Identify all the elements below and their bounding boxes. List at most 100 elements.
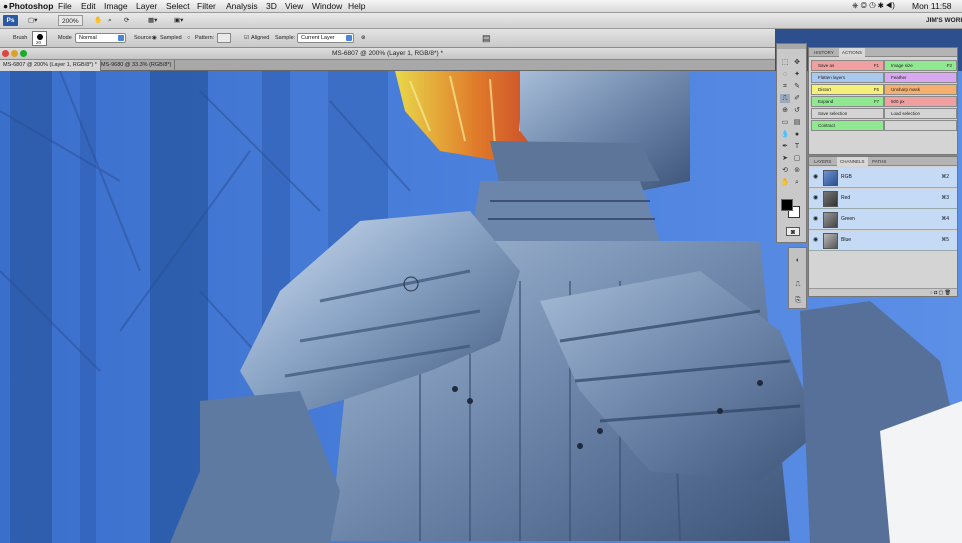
sampled-radio[interactable]: ◉ <box>152 35 157 41</box>
marquee-tool-icon[interactable]: ⬚ <box>780 58 790 67</box>
clone-source-panel-icon[interactable]: ⎍ <box>793 280 803 289</box>
action-button[interactable]: 500 px <box>884 96 957 107</box>
tab-layers[interactable]: LAYERS <box>811 157 834 166</box>
aligned-checkbox[interactable]: ☑ <box>244 35 249 41</box>
menu-view[interactable]: View <box>285 1 303 11</box>
rotate-view-icon[interactable]: ⟳ <box>124 15 129 26</box>
pattern-picker[interactable] <box>217 33 231 43</box>
move-tool-icon[interactable]: ✥ <box>792 58 802 67</box>
navigator-panel-icon[interactable]: ◐ <box>793 256 803 265</box>
pen-tool-icon[interactable]: ✒ <box>780 142 790 151</box>
brush-preset-picker[interactable]: 20 <box>32 31 47 46</box>
channels-panel: LAYERS CHANNELS PATHS ◉ RGB ⌘2 ◉ Red ⌘3 ◉ Green… <box>808 156 958 297</box>
visibility-eye-icon[interactable]: ◉ <box>813 174 820 181</box>
eyedropper-tool-icon[interactable]: ✎ <box>792 82 802 91</box>
arrange-documents-icon[interactable]: ▦▾ <box>148 15 157 26</box>
menu-window[interactable]: Window <box>312 1 342 11</box>
pattern-radio[interactable]: ○ <box>187 35 190 41</box>
shape-tool-icon[interactable]: ▢ <box>792 154 802 163</box>
menu-layer[interactable]: Layer <box>136 1 157 11</box>
screen-mode-icon[interactable]: ▣▾ <box>174 15 183 26</box>
close-window-icon[interactable] <box>2 50 9 57</box>
foreground-color-swatch[interactable] <box>781 199 793 211</box>
panel-toggle-icon[interactable]: ▤ <box>482 33 491 44</box>
channel-row[interactable]: ◉ Green ⌘4 <box>809 210 957 230</box>
channel-row[interactable]: ◉ RGB ⌘2 <box>809 168 957 188</box>
tab-channels[interactable]: CHANNELS <box>837 157 868 166</box>
gradient-tool-icon[interactable]: ▤ <box>792 118 802 127</box>
ignore-adjustment-layers-icon[interactable]: ⊗ <box>361 35 366 41</box>
action-button[interactable] <box>884 120 957 131</box>
3d-rotate-tool-icon[interactable]: ⟲ <box>780 166 790 175</box>
menu-3d[interactable]: 3D <box>266 1 277 11</box>
save-selection-as-channel-icon[interactable]: ◘ <box>934 290 937 296</box>
photoshop-window: ● Photoshop File Edit Image Layer Select… <box>0 0 962 543</box>
channel-row[interactable]: ◉ Red ⌘3 <box>809 189 957 209</box>
lasso-tool-icon[interactable]: ◌ <box>780 70 790 79</box>
zoom-tool-panel-icon[interactable]: ⌕ <box>792 178 802 187</box>
action-button[interactable]: Feather <box>884 72 957 83</box>
sample-select[interactable]: Current Layer <box>297 33 354 43</box>
visibility-eye-icon[interactable]: ◉ <box>813 237 820 244</box>
ps-logo-icon[interactable]: Ps <box>3 15 18 26</box>
action-button[interactable]: Load selection <box>884 108 957 119</box>
channel-thumbnail <box>823 170 838 186</box>
history-brush-tool-icon[interactable]: ↺ <box>792 106 802 115</box>
application-bar: Ps ▢▾ 200% ✋ ⌕ ⟳ ▦▾ ▣▾ JIM'S WORK <box>0 13 962 29</box>
action-button[interactable]: Flatten layers <box>811 72 884 83</box>
hand-tool-panel-icon[interactable]: ✋ <box>780 178 790 187</box>
hand-tool-icon[interactable]: ✋ <box>94 15 102 26</box>
tools-panel-header[interactable] <box>777 44 806 49</box>
status-icons[interactable]: ⎈ ◎ ◷ ✱ ◀) <box>852 1 895 11</box>
menu-image[interactable]: Image <box>104 1 128 11</box>
visibility-eye-icon[interactable]: ◉ <box>813 216 820 223</box>
source-label: Source: <box>134 35 153 41</box>
zoom-level-dropdown[interactable]: 200% <box>58 15 83 26</box>
visibility-eye-icon[interactable]: ◉ <box>813 195 820 202</box>
eraser-tool-icon[interactable]: ▭ <box>780 118 790 127</box>
menu-edit[interactable]: Edit <box>81 1 96 11</box>
clone-stamp-tool-icon[interactable]: ⎍ <box>780 94 790 103</box>
zoom-window-icon[interactable] <box>20 50 27 57</box>
action-button[interactable]: Image size F2 <box>884 60 957 71</box>
menu-analysis[interactable]: Analysis <box>226 1 258 11</box>
menu-help[interactable]: Help <box>348 1 365 11</box>
action-button[interactable]: Distort F5 <box>811 84 884 95</box>
tool-presets-panel-icon[interactable]: ⎘ <box>793 296 803 305</box>
new-channel-icon[interactable]: ▢ <box>939 290 944 296</box>
load-channel-as-selection-icon[interactable]: ◌ <box>930 290 933 296</box>
menu-filter[interactable]: Filter <box>197 1 216 11</box>
path-selection-tool-icon[interactable]: ➤ <box>780 154 790 163</box>
document-arrange-icon[interactable]: ▢▾ <box>28 15 37 26</box>
workspace-switcher[interactable]: JIM'S WORK <box>926 15 962 26</box>
action-button[interactable]: Expand F7 <box>811 96 884 107</box>
3d-orbit-tool-icon[interactable]: ⊚ <box>792 166 802 175</box>
channel-thumbnail <box>823 212 838 228</box>
apple-icon[interactable]: ● <box>3 1 8 11</box>
crop-tool-icon[interactable]: ⌗ <box>780 82 790 91</box>
action-button[interactable]: Contract <box>811 120 884 131</box>
delete-channel-icon[interactable]: 🗑 <box>945 290 951 296</box>
action-button[interactable]: Save as F1 <box>811 60 884 71</box>
tab-actions[interactable]: ACTIONS <box>839 48 866 57</box>
channel-row[interactable]: ◉ Blue ⌘5 <box>809 231 957 251</box>
action-button[interactable]: Save selection <box>811 108 884 119</box>
healing-brush-tool-icon[interactable]: ⊕ <box>780 106 790 115</box>
menu-file[interactable]: File <box>58 1 72 11</box>
tab-ms-9680[interactable]: MS-9680 @ 33.3% (RGB/8*) <box>98 60 176 71</box>
tab-ms-6807[interactable]: MS-6807 @ 200% (Layer 1, RGB/8*) * <box>0 60 101 71</box>
type-tool-icon[interactable]: T <box>792 142 802 151</box>
brush-tool-icon[interactable]: ✐ <box>792 94 802 103</box>
dodge-tool-icon[interactable]: ● <box>792 130 802 139</box>
menu-select[interactable]: Select <box>166 1 190 11</box>
menu-app[interactable]: Photoshop <box>9 1 53 11</box>
zoom-tool-icon[interactable]: ⌕ <box>108 15 112 26</box>
quick-mask-icon[interactable]: ◙ <box>786 227 800 236</box>
action-button[interactable]: Unsharp mask <box>884 84 957 95</box>
mode-select[interactable]: Normal <box>75 33 126 43</box>
blur-tool-icon[interactable]: 💧 <box>780 130 790 139</box>
tab-paths[interactable]: PATHS <box>869 157 889 166</box>
tab-history[interactable]: HISTORY <box>811 48 837 57</box>
minimize-window-icon[interactable] <box>11 50 18 57</box>
magic-wand-tool-icon[interactable]: ✦ <box>792 70 802 79</box>
